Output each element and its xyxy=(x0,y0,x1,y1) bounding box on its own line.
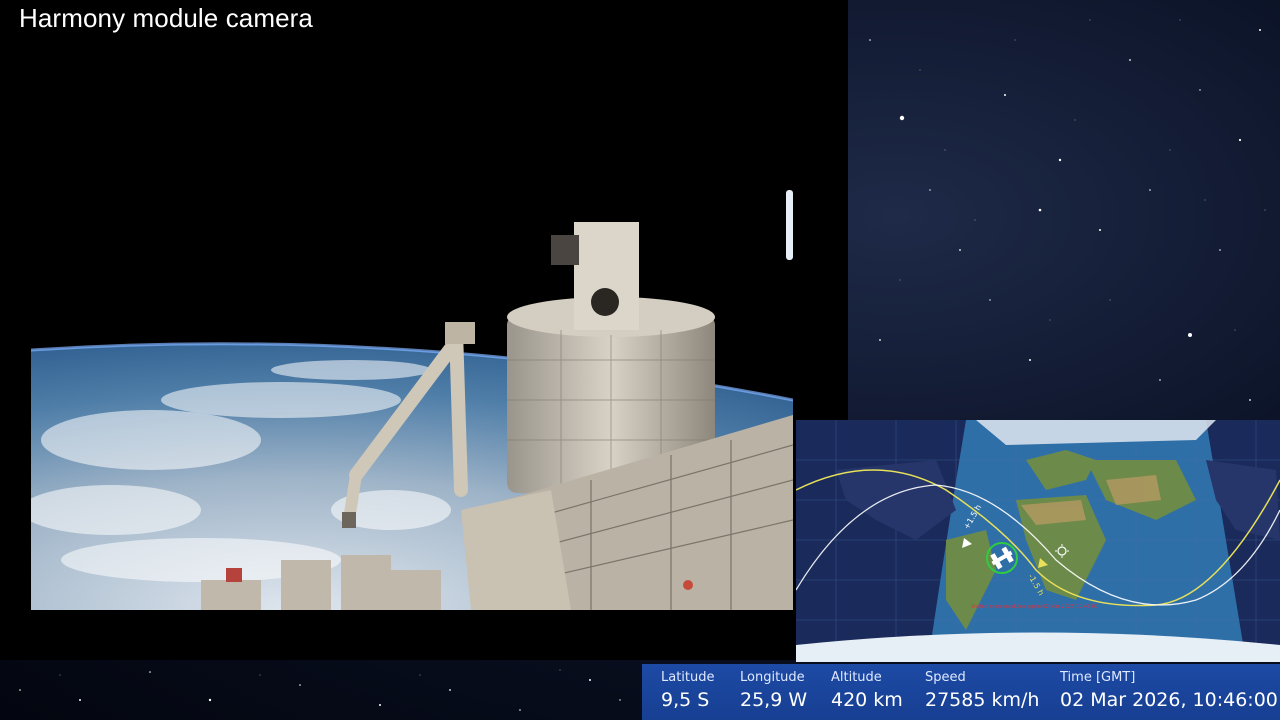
world-map-tracker[interactable]: +1.5 h -1.5 h Visited more modules again… xyxy=(796,420,1280,662)
longitude-label: Longitude xyxy=(740,670,805,685)
speed-value: 27585 km/h xyxy=(925,689,1040,711)
time-label: Time [GMT] xyxy=(1060,670,1136,685)
stream-title: Harmony module camera xyxy=(19,3,313,33)
altitude-value: 420 km xyxy=(831,689,903,711)
altitude-label: Altitude xyxy=(831,670,882,685)
speed-readout: Speed 27585 km/h xyxy=(925,670,1039,711)
latitude-label: Latitude xyxy=(661,670,715,685)
telemetry-bar: Latitude 9,5 S Longitude 25,9 W Altitude… xyxy=(642,664,1280,720)
speed-label: Speed xyxy=(925,670,966,685)
altitude-readout: Altitude 420 km xyxy=(831,670,903,711)
time-value: 02 Mar 2026, 10:46:00 xyxy=(1060,689,1278,711)
longitude-readout: Longitude 25,9 W xyxy=(740,670,807,711)
latitude-readout: Latitude 9,5 S xyxy=(661,670,715,711)
latitude-value: 9,5 S xyxy=(661,689,710,711)
time-readout: Time [GMT] 02 Mar 2026, 10:46:00 xyxy=(1060,670,1278,711)
map-caption: Visited more modules again 02 Mar 2026 1… xyxy=(971,604,1098,610)
camera-feed[interactable] xyxy=(31,40,793,610)
longitude-value: 25,9 W xyxy=(740,689,808,711)
